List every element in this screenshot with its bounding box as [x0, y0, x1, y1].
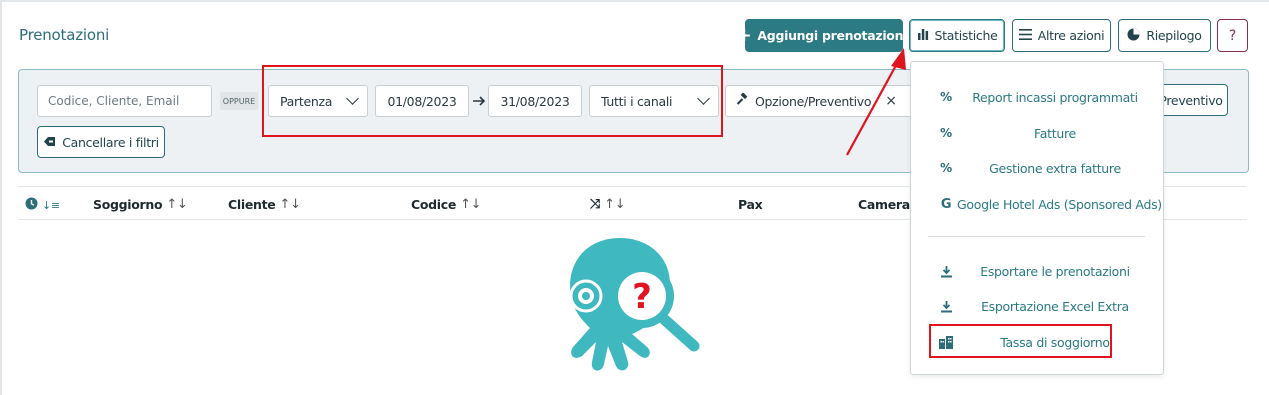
menu-icon: [1018, 28, 1032, 43]
sort-icon: ↑↓: [279, 197, 301, 212]
percent-icon: %: [940, 90, 952, 104]
search-input[interactable]: [38, 94, 211, 108]
menu-item-fatture[interactable]: % Fatture: [911, 121, 1165, 145]
or-separator: OPPURE: [220, 92, 258, 110]
menu-item-export-reservations[interactable]: Esportare le prenotazioni: [911, 259, 1165, 283]
percent-icon: %: [940, 126, 952, 140]
annotation-arrow: [842, 44, 912, 164]
column-pax[interactable]: Pax: [738, 197, 763, 212]
highlight-date-filters: [262, 65, 723, 137]
menu-item-label: Gestione extra fatture: [989, 160, 1121, 176]
summary-label: Riepilogo: [1146, 28, 1202, 43]
column-codice[interactable]: Codice ↑↓: [411, 197, 482, 212]
gavel-icon: [736, 92, 749, 109]
clear-filters-label: Cancellare i filtri: [62, 134, 159, 150]
sort-icon: ↑↓: [460, 197, 482, 212]
search-field[interactable]: [37, 85, 212, 117]
column-label: Cliente: [228, 197, 276, 212]
menu-item-label: Google Hotel Ads (Sponsored Ads): [957, 196, 1162, 212]
menu-item-label: Report incassi programmati: [972, 89, 1138, 105]
menu-item-label: Fatture: [1034, 125, 1076, 141]
column-cliente[interactable]: Cliente ↑↓: [228, 197, 301, 212]
menu-item-export-excel[interactable]: Esportazione Excel Extra: [911, 294, 1165, 318]
percent-icon: %: [940, 161, 952, 175]
summary-button[interactable]: Riepilogo: [1118, 19, 1211, 52]
menu-item-label: Esportazione Excel Extra: [981, 298, 1129, 314]
eraser-icon: [43, 135, 56, 150]
menu-item-google-hotel-ads[interactable]: G Google Hotel Ads (Sponsored Ads): [911, 192, 1165, 216]
menu-item-report-incassi[interactable]: % Report incassi programmati: [911, 85, 1165, 109]
download-icon: [938, 263, 954, 279]
help-button[interactable]: ?: [1217, 19, 1248, 52]
bar-chart-icon: [917, 28, 929, 43]
highlight-tassa-soggiorno: [929, 324, 1112, 358]
plus-icon: +: [736, 24, 752, 46]
column-channel[interactable]: ⤨ ↑↓: [590, 197, 626, 212]
menu-item-label: Esportare le prenotazioni: [980, 263, 1130, 279]
clear-filters-button[interactable]: Cancellare i filtri: [37, 126, 165, 158]
column-label: Codice: [411, 197, 457, 212]
add-reservation-label: Aggiungi prenotazione: [757, 28, 912, 43]
column-label: Soggiorno: [93, 197, 163, 212]
more-actions-button[interactable]: Altre azioni: [1012, 19, 1111, 52]
pie-chart-icon: [1127, 28, 1140, 44]
sort-ascending-icon: ↓≡: [42, 198, 60, 212]
statistics-button[interactable]: Statistiche: [909, 19, 1005, 52]
statistics-label: Statistiche: [934, 28, 998, 43]
page-title: Prenotazioni: [19, 26, 110, 44]
sort-icon: ↑↓: [604, 197, 626, 212]
preventivo-button[interactable]: Preventivo: [1154, 84, 1228, 116]
menu-item-gestione-extra[interactable]: % Gestione extra fatture: [911, 156, 1165, 180]
google-icon: G: [940, 196, 952, 212]
time-sort-column[interactable]: ↓≡: [25, 197, 60, 213]
sort-icon: ↑↓: [166, 197, 188, 212]
shuffle-icon: ⤨: [590, 197, 601, 212]
empty-state-mascot-icon: ?: [562, 238, 704, 382]
download-icon: [938, 298, 954, 314]
column-label: Pax: [738, 197, 763, 212]
more-actions-label: Altre azioni: [1037, 28, 1105, 43]
column-soggiorno[interactable]: Soggiorno ↑↓: [93, 197, 188, 212]
reservations-page: Prenotazioni + Aggiungi prenotazione Sta…: [0, 0, 1269, 395]
clock-icon: [25, 197, 38, 213]
column-label: Camera: [858, 197, 910, 212]
menu-divider: [928, 236, 1145, 237]
svg-text:?: ?: [632, 277, 652, 317]
